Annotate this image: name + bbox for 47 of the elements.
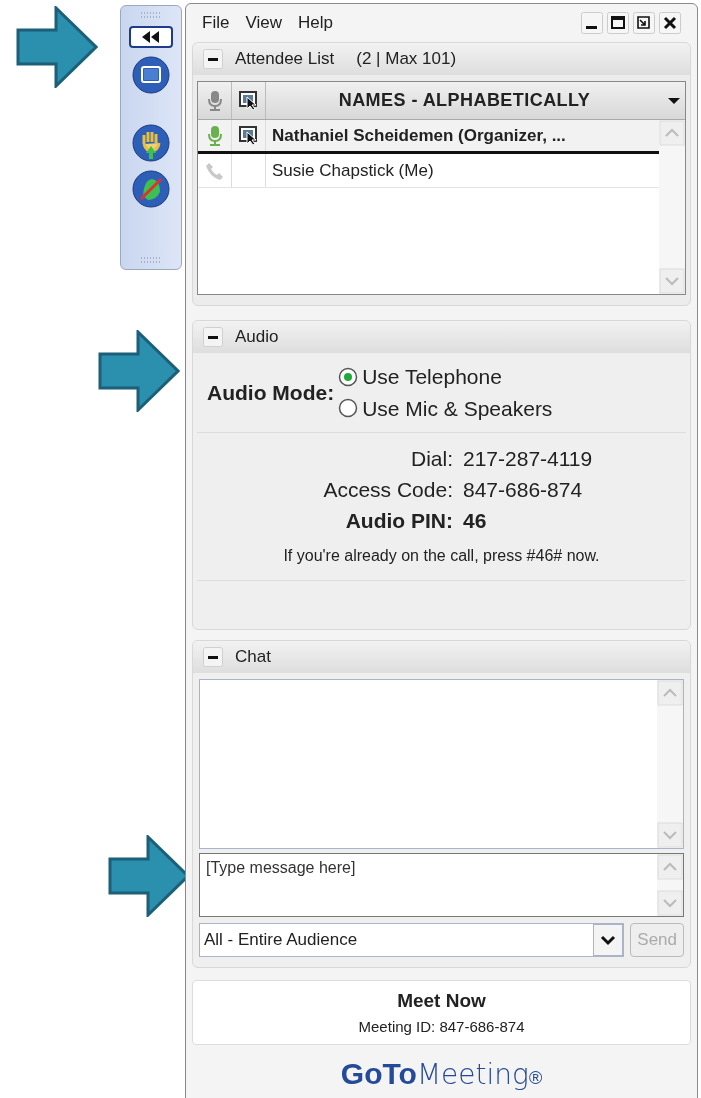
grip-icon	[139, 257, 163, 263]
screen-share-icon[interactable]	[132, 56, 170, 94]
section-title: Attendee List	[235, 48, 335, 71]
attendee-count: (2 | Max 101)	[356, 48, 457, 71]
detail-label: Dial:	[410, 446, 453, 472]
detail-value: 217-287-4119	[463, 446, 594, 472]
meeting-title: Meet Now	[397, 989, 486, 1013]
minimize-icon[interactable]	[581, 12, 603, 34]
raise-hand-icon[interactable]	[132, 124, 170, 162]
meeting-id: Meeting ID: 847-686-874	[358, 1016, 525, 1037]
screen-pointer-icon	[238, 125, 259, 146]
detail-label: Access Code:	[322, 477, 453, 503]
attendee-row[interactable]: Susie Chapstick (Me)	[198, 154, 659, 188]
collapse-icon[interactable]	[203, 327, 223, 347]
menu-item[interactable]: Help	[297, 10, 333, 36]
dropdown-icon[interactable]	[593, 924, 624, 956]
collapse-icon[interactable]	[203, 647, 223, 667]
audio-note: If you're already on the call, press #46# now.	[197, 544, 686, 581]
collapse-icon[interactable]	[203, 49, 223, 69]
attendee-row[interactable]: Nathaniel Scheidemen (Organizer, ...	[198, 120, 659, 154]
rewind-icon[interactable]	[129, 26, 173, 48]
detail-value: 46	[463, 508, 488, 534]
phone-icon	[204, 160, 225, 181]
arrow-icon	[16, 6, 98, 88]
grip-icon	[139, 12, 163, 18]
radio-label[interactable]: Use Telephone	[362, 361, 502, 393]
popout-icon[interactable]	[633, 12, 655, 34]
detail-label: Audio PIN:	[344, 508, 453, 534]
radio-label[interactable]: Use Mic & Speakers	[362, 392, 553, 424]
detail-value: 847-686-874	[463, 477, 584, 503]
menu-item[interactable]: File	[202, 10, 230, 36]
microphone-icon	[206, 124, 223, 147]
audio-mode-label: Audio Mode:	[207, 379, 335, 406]
attendee-name: Susie Chapstick (Me)	[271, 159, 434, 182]
radio-button[interactable]	[338, 398, 359, 419]
mute-icon[interactable]	[132, 170, 170, 208]
section-title: Audio	[235, 326, 279, 349]
microphone-icon	[206, 89, 223, 112]
close-icon[interactable]	[659, 12, 681, 34]
radio-button[interactable]	[338, 366, 359, 387]
arrow-icon	[98, 330, 180, 412]
maximize-icon[interactable]	[607, 12, 629, 34]
recipient-select[interactable]: All - Entire Audience	[199, 923, 625, 957]
screen-pointer-icon	[238, 90, 259, 111]
menu-item[interactable]: View	[245, 10, 282, 36]
section-title: Chat	[235, 646, 271, 669]
attendee-name: Nathaniel Scheidemen (Organizer, ...	[271, 124, 566, 147]
